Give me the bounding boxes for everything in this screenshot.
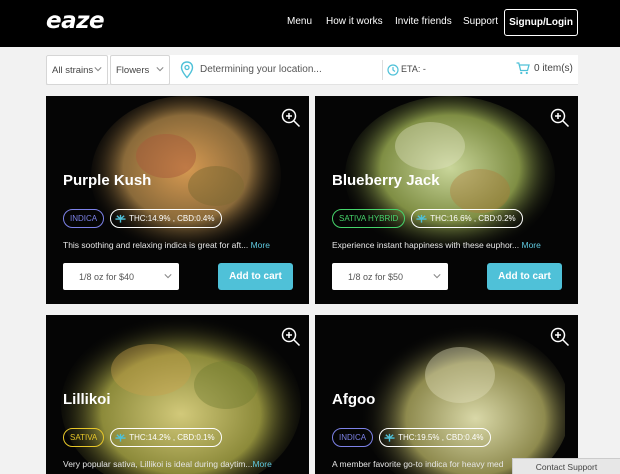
product-title[interactable]: Afgoo [332, 391, 375, 408]
location-input[interactable]: Determining your location... [200, 64, 322, 75]
size-price-value: 1/8 oz for $40 [79, 271, 135, 282]
zoom-in-icon[interactable] [281, 327, 301, 347]
product-card-purple-kush[interactable]: Purple Kush INDICA THC:14.9% , CBD:0.4% … [46, 96, 309, 304]
add-to-cart-button[interactable]: Add to cart [218, 263, 293, 290]
chevron-down-icon [94, 67, 102, 72]
chevron-down-icon [164, 274, 172, 279]
chevron-down-icon [156, 67, 164, 72]
size-price-value: 1/8 oz for $50 [348, 271, 404, 282]
strain-select[interactable]: All strains [46, 55, 108, 85]
more-link[interactable]: More [251, 240, 270, 250]
chevron-down-icon [433, 274, 441, 279]
nav-how-it-works-link[interactable]: How it works [326, 16, 383, 27]
eaze-logo[interactable]: eaze [46, 8, 105, 34]
category-select-value: Flowers [116, 64, 150, 76]
product-description: Very popular sativa, Lillikoi is ideal d… [63, 459, 272, 469]
product-description: This soothing and relaxing indica is gre… [63, 240, 270, 250]
strain-type-badge: INDICA [332, 428, 374, 447]
potency-text: THC:19.5% , CBD:0.4% [398, 433, 484, 442]
contact-support-button[interactable]: Contact Support [512, 458, 620, 474]
top-navigation-bar: eaze Menu How it works Invite friends Su… [0, 0, 620, 47]
size-price-select[interactable]: 1/8 oz for $40 [63, 263, 179, 290]
eta-label: ETA: - [401, 64, 426, 74]
strain-type-badge: INDICA [63, 209, 105, 228]
size-price-select[interactable]: 1/8 oz for $50 [332, 263, 448, 290]
product-card-lillikoi[interactable]: Lillikoi SATIVA THC:14.2% , CBD:0.1% Ver… [46, 315, 309, 474]
potency-text: THC:14.2% , CBD:0.1% [129, 433, 215, 442]
cart-button[interactable]: 0 item(s) [516, 62, 573, 75]
filter-bar: All strains Flowers Determining your loc… [46, 55, 578, 85]
product-title[interactable]: Purple Kush [63, 172, 151, 189]
potency-badge: THC:16.6% , CBD:0.2% [411, 209, 523, 228]
product-card-afgoo[interactable]: Afgoo INDICA THC:19.5% , CBD:0.4% A memb… [315, 315, 578, 474]
leaf-icon [115, 433, 126, 442]
product-description: Experience instant happiness with these … [332, 240, 541, 250]
leaf-icon [416, 214, 427, 223]
leaf-icon [115, 214, 126, 223]
nav-support-link[interactable]: Support [463, 16, 498, 27]
more-link[interactable]: More [252, 459, 271, 469]
strain-select-value: All strains [52, 64, 94, 76]
add-to-cart-button[interactable]: Add to cart [487, 263, 562, 290]
nav-menu-link[interactable]: Menu [287, 16, 312, 27]
potency-text: THC:14.9% , CBD:0.4% [129, 214, 215, 223]
nav-invite-friends-link[interactable]: Invite friends [395, 16, 452, 27]
potency-badge: THC:19.5% , CBD:0.4% [379, 428, 491, 447]
strain-type-badge: SATIVA HYBRID [332, 209, 406, 228]
clock-icon [387, 64, 399, 76]
divider [382, 60, 383, 80]
afgoo-flower-image [360, 325, 565, 474]
product-title[interactable]: Lillikoi [63, 391, 111, 408]
location-pin-icon [180, 61, 194, 79]
potency-badge: THC:14.2% , CBD:0.1% [110, 428, 222, 447]
potency-text: THC:16.6% , CBD:0.2% [430, 214, 516, 223]
zoom-in-icon[interactable] [281, 108, 301, 128]
strain-type-badge: SATIVA [63, 428, 105, 447]
signup-login-button[interactable]: Signup/Login [504, 9, 578, 36]
product-description: A member favorite go-to indica for heavy… [332, 459, 504, 469]
zoom-in-icon[interactable] [550, 327, 570, 347]
product-title[interactable]: Blueberry Jack [332, 172, 440, 189]
cart-count: 0 item(s) [534, 63, 573, 74]
category-select[interactable]: Flowers [110, 55, 170, 85]
more-link[interactable]: More [522, 240, 541, 250]
shopping-cart-icon [516, 62, 530, 75]
potency-badge: THC:14.9% , CBD:0.4% [110, 209, 222, 228]
zoom-in-icon[interactable] [550, 108, 570, 128]
leaf-icon [384, 433, 395, 442]
product-card-blueberry-jack[interactable]: Blueberry Jack SATIVA HYBRID THC:16.6% ,… [315, 96, 578, 304]
